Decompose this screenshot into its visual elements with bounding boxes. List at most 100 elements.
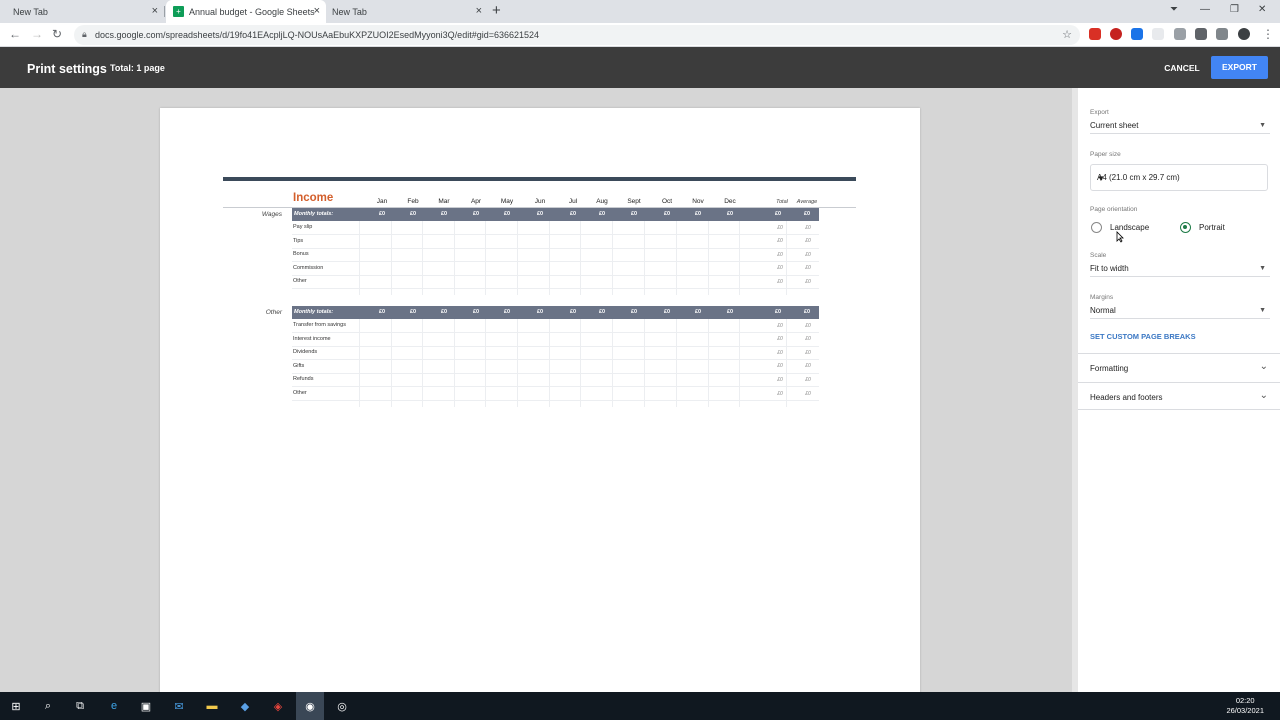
grid-line — [485, 319, 486, 407]
orientation-label: Page orientation — [1090, 206, 1138, 213]
month-header: Oct — [661, 198, 673, 205]
total-value: £0 — [663, 211, 671, 217]
total-value: £0 — [472, 211, 480, 217]
total-value: £0 — [726, 211, 734, 217]
custom-page-breaks-link[interactable]: SET CUSTOM PAGE BREAKS — [1090, 332, 1196, 341]
edge-icon[interactable]: e — [106, 698, 122, 714]
tab-new-tab-2[interactable]: New Tab × — [326, 0, 488, 23]
formatting-section[interactable]: Formatting ⌄ — [1078, 353, 1280, 381]
preview-page: Income Jan Feb Mar Apr May Jun Jul Aug Sept Oct No… — [160, 108, 920, 698]
tab-divider — [164, 6, 165, 17]
total-value: £0 — [536, 211, 544, 217]
extension-icon[interactable] — [1174, 28, 1186, 40]
divider — [1090, 318, 1270, 319]
file-explorer-icon[interactable]: ▬ — [204, 698, 220, 714]
browser-toolbar: ← → ↻ 🔒︎ docs.google.com/spreadsheets/d/… — [0, 23, 1280, 47]
extension-icon[interactable] — [1131, 28, 1143, 40]
grid-line — [676, 319, 677, 407]
row-label: Dividends — [293, 349, 318, 356]
obs-icon[interactable]: ◎ — [334, 698, 350, 714]
close-icon[interactable]: × — [476, 5, 482, 17]
chevron-down-icon[interactable]: ▼ — [1259, 265, 1266, 272]
grid-line — [359, 319, 360, 407]
total-value: £0 — [630, 211, 638, 217]
total-value: £0 — [409, 309, 417, 315]
row-total: £0 — [777, 349, 783, 356]
month-header: Jan — [376, 198, 388, 205]
row-label: Transfer from savings — [293, 322, 346, 328]
row-average: £0 — [805, 349, 811, 356]
app-icon[interactable]: ◆ — [237, 698, 253, 714]
paper-size-label: Paper size — [1090, 151, 1121, 158]
cancel-button[interactable]: CANCEL — [1160, 58, 1204, 78]
forward-arrow-icon[interactable]: → — [31, 27, 43, 41]
month-header: Feb — [407, 198, 419, 205]
new-tab-plus-icon[interactable]: + — [492, 3, 501, 19]
export-button[interactable]: EXPORT — [1211, 56, 1268, 79]
grid-line — [422, 319, 423, 407]
media-controls-icon[interactable] — [1216, 28, 1228, 40]
total-value: £0 — [503, 211, 511, 217]
margins-select[interactable]: Normal — [1090, 306, 1116, 315]
portrait-label[interactable]: Portrait — [1199, 223, 1225, 232]
total-value: £0 — [803, 211, 811, 217]
export-label: Export — [1090, 109, 1109, 116]
adblock-icon[interactable] — [1089, 28, 1101, 40]
avatar[interactable] — [1238, 28, 1250, 40]
grid-line — [612, 221, 613, 295]
tab-title: Annual budget - Google Sheets — [189, 6, 315, 17]
chevron-down-icon[interactable]: ⌄ — [1260, 361, 1268, 372]
close-icon[interactable]: × — [152, 5, 158, 17]
page-count: Total: 1 page — [110, 63, 165, 73]
total-value: £0 — [774, 211, 782, 217]
tab-annual-budget[interactable]: + Annual budget - Google Sheets × — [166, 0, 326, 23]
extension-icon[interactable] — [1152, 28, 1164, 40]
print-preview-area: Income Jan Feb Mar Apr May Jun Jul Aug Sept Oct No… — [0, 88, 1072, 698]
address-bar[interactable]: 🔒︎ docs.google.com/spreadsheets/d/19fo41… — [74, 25, 1080, 45]
minimize-icon[interactable]: — — [1200, 4, 1210, 15]
row-total: £0 — [777, 238, 783, 245]
menu-dots-icon[interactable]: ⋮ — [1262, 27, 1274, 41]
chevron-down-icon[interactable]: ▼ — [1259, 307, 1266, 314]
close-icon[interactable]: × — [314, 5, 320, 17]
chrome-icon[interactable]: ◉ — [296, 692, 324, 720]
search-icon[interactable]: ⌕ — [40, 698, 56, 714]
tab-search-icon[interactable]: ⏷ — [1170, 4, 1178, 15]
portrait-radio[interactable] — [1180, 222, 1191, 233]
puzzle-icon[interactable] — [1195, 28, 1207, 40]
tab-new-tab-1[interactable]: New Tab × — [0, 0, 164, 23]
chevron-down-icon[interactable]: ▼ — [1097, 174, 1257, 183]
chevron-down-icon[interactable]: ▼ — [1259, 122, 1266, 129]
restore-icon[interactable]: ❐ — [1230, 4, 1239, 15]
row-label: Pay slip — [293, 224, 313, 230]
month-header: Apr — [470, 198, 482, 205]
export-select[interactable]: Current sheet — [1090, 121, 1138, 130]
row-total: £0 — [777, 251, 783, 258]
mail-icon[interactable]: ✉ — [171, 698, 187, 714]
grid-line — [485, 221, 486, 295]
row-average: £0 — [805, 224, 811, 231]
row-total: £0 — [777, 224, 783, 231]
row-label: Other — [293, 278, 307, 285]
tab-title: New Tab — [332, 6, 367, 17]
headers-footers-section[interactable]: Headers and footers ⌄ — [1078, 382, 1280, 410]
monthly-totals-label: Monthly totals: — [294, 211, 334, 217]
row-average: £0 — [805, 322, 811, 329]
landscape-radio[interactable] — [1091, 222, 1102, 233]
windows-start-icon[interactable]: ⊞ — [8, 698, 24, 714]
back-arrow-icon[interactable]: ← — [9, 27, 21, 41]
system-clock[interactable]: 02:20 26/03/2021 — [1226, 696, 1264, 716]
grid-line — [454, 221, 455, 295]
window-close-icon[interactable]: ✕ — [1258, 4, 1266, 15]
bookmark-star-icon[interactable]: ☆ — [1062, 28, 1072, 41]
notification-bell-icon[interactable] — [1110, 28, 1122, 40]
paper-size-select[interactable]: A4 (21.0 cm x 29.7 cm) ▼ — [1090, 164, 1268, 191]
task-view-icon[interactable]: ⧉ — [72, 698, 88, 714]
scale-select[interactable]: Fit to width — [1090, 264, 1129, 273]
acrobat-icon[interactable]: ◈ — [270, 698, 286, 714]
chevron-down-icon[interactable]: ⌄ — [1260, 390, 1268, 401]
reload-icon[interactable]: ↻ — [52, 27, 62, 41]
grid-line — [739, 221, 740, 295]
monthly-totals-label: Monthly totals: — [294, 309, 334, 315]
store-icon[interactable]: ▣ — [138, 698, 154, 714]
